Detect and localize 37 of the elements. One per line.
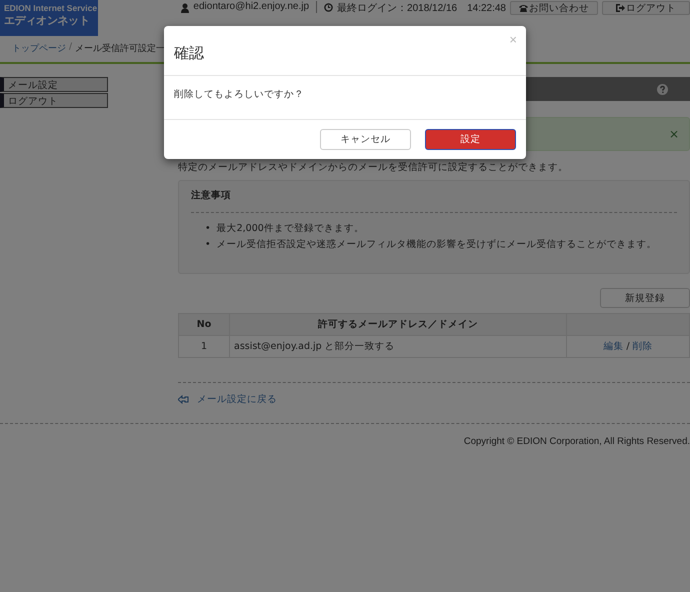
notes-title: 注意事項 xyxy=(191,189,677,213)
close-icon[interactable]: × xyxy=(668,127,679,141)
edit-link[interactable]: 編集 xyxy=(603,341,624,352)
user-email: ediontaro@hi2.enjoy.ne.jp xyxy=(193,1,310,12)
logout-icon xyxy=(616,4,625,12)
description: 特定のメールアドレスやドメインからのメールを受信許可に設定することができます。 xyxy=(178,161,569,174)
bullet: • xyxy=(205,222,211,236)
sidebar-item[interactable]: ログアウト xyxy=(0,93,108,108)
phone-icon xyxy=(519,4,528,12)
breadcrumb-link[interactable]: トップページ xyxy=(12,42,66,58)
column-header: No xyxy=(178,314,230,336)
table-cell: 1 xyxy=(178,336,230,358)
back-link[interactable]: メール設定に戻る xyxy=(197,393,277,406)
dialog-title: 確認 xyxy=(174,44,205,63)
person-icon xyxy=(181,3,190,13)
note-item: メール受信拒否設定や迷惑メールフィルタ機能の影響を受けずにメール受信することができます。 xyxy=(216,238,657,252)
note-item: 最大2,000件まで登録できます。 xyxy=(216,222,364,236)
help-icon[interactable] xyxy=(657,84,668,94)
cancel-button[interactable]: キャンセル xyxy=(320,129,411,150)
back-icon xyxy=(178,395,189,404)
table-cell: assist@enjoy.ad.jp と部分一致する xyxy=(230,336,566,358)
clock-icon xyxy=(324,3,334,12)
copyright: Copyright © EDION Corporation, All Rights Reserved. xyxy=(464,436,690,447)
new-button[interactable]: 新規登録 xyxy=(600,288,690,308)
dialog-message: 削除してもよろしいですか？ xyxy=(164,76,526,120)
close-button[interactable]: × xyxy=(509,32,517,47)
delete-link[interactable]: 削除 xyxy=(632,341,653,352)
last-login: 最終ログイン：2018/12/16 14:22:48 xyxy=(337,2,506,15)
confirm-button[interactable]: 設定 xyxy=(425,129,516,150)
contact-button[interactable]: お問い合わせ xyxy=(510,1,598,15)
bullet: • xyxy=(205,238,211,252)
column-header: 許可するメールアドレス／ドメイン xyxy=(230,314,566,336)
logout-button[interactable]: ログアウト xyxy=(602,1,690,15)
sidebar-item[interactable]: メール設定 xyxy=(0,77,108,92)
breadcrumb-separator: / xyxy=(69,42,72,54)
link-separator: / xyxy=(626,341,630,352)
logo[interactable]: EDION Internet Service エディオンネット xyxy=(0,0,98,36)
